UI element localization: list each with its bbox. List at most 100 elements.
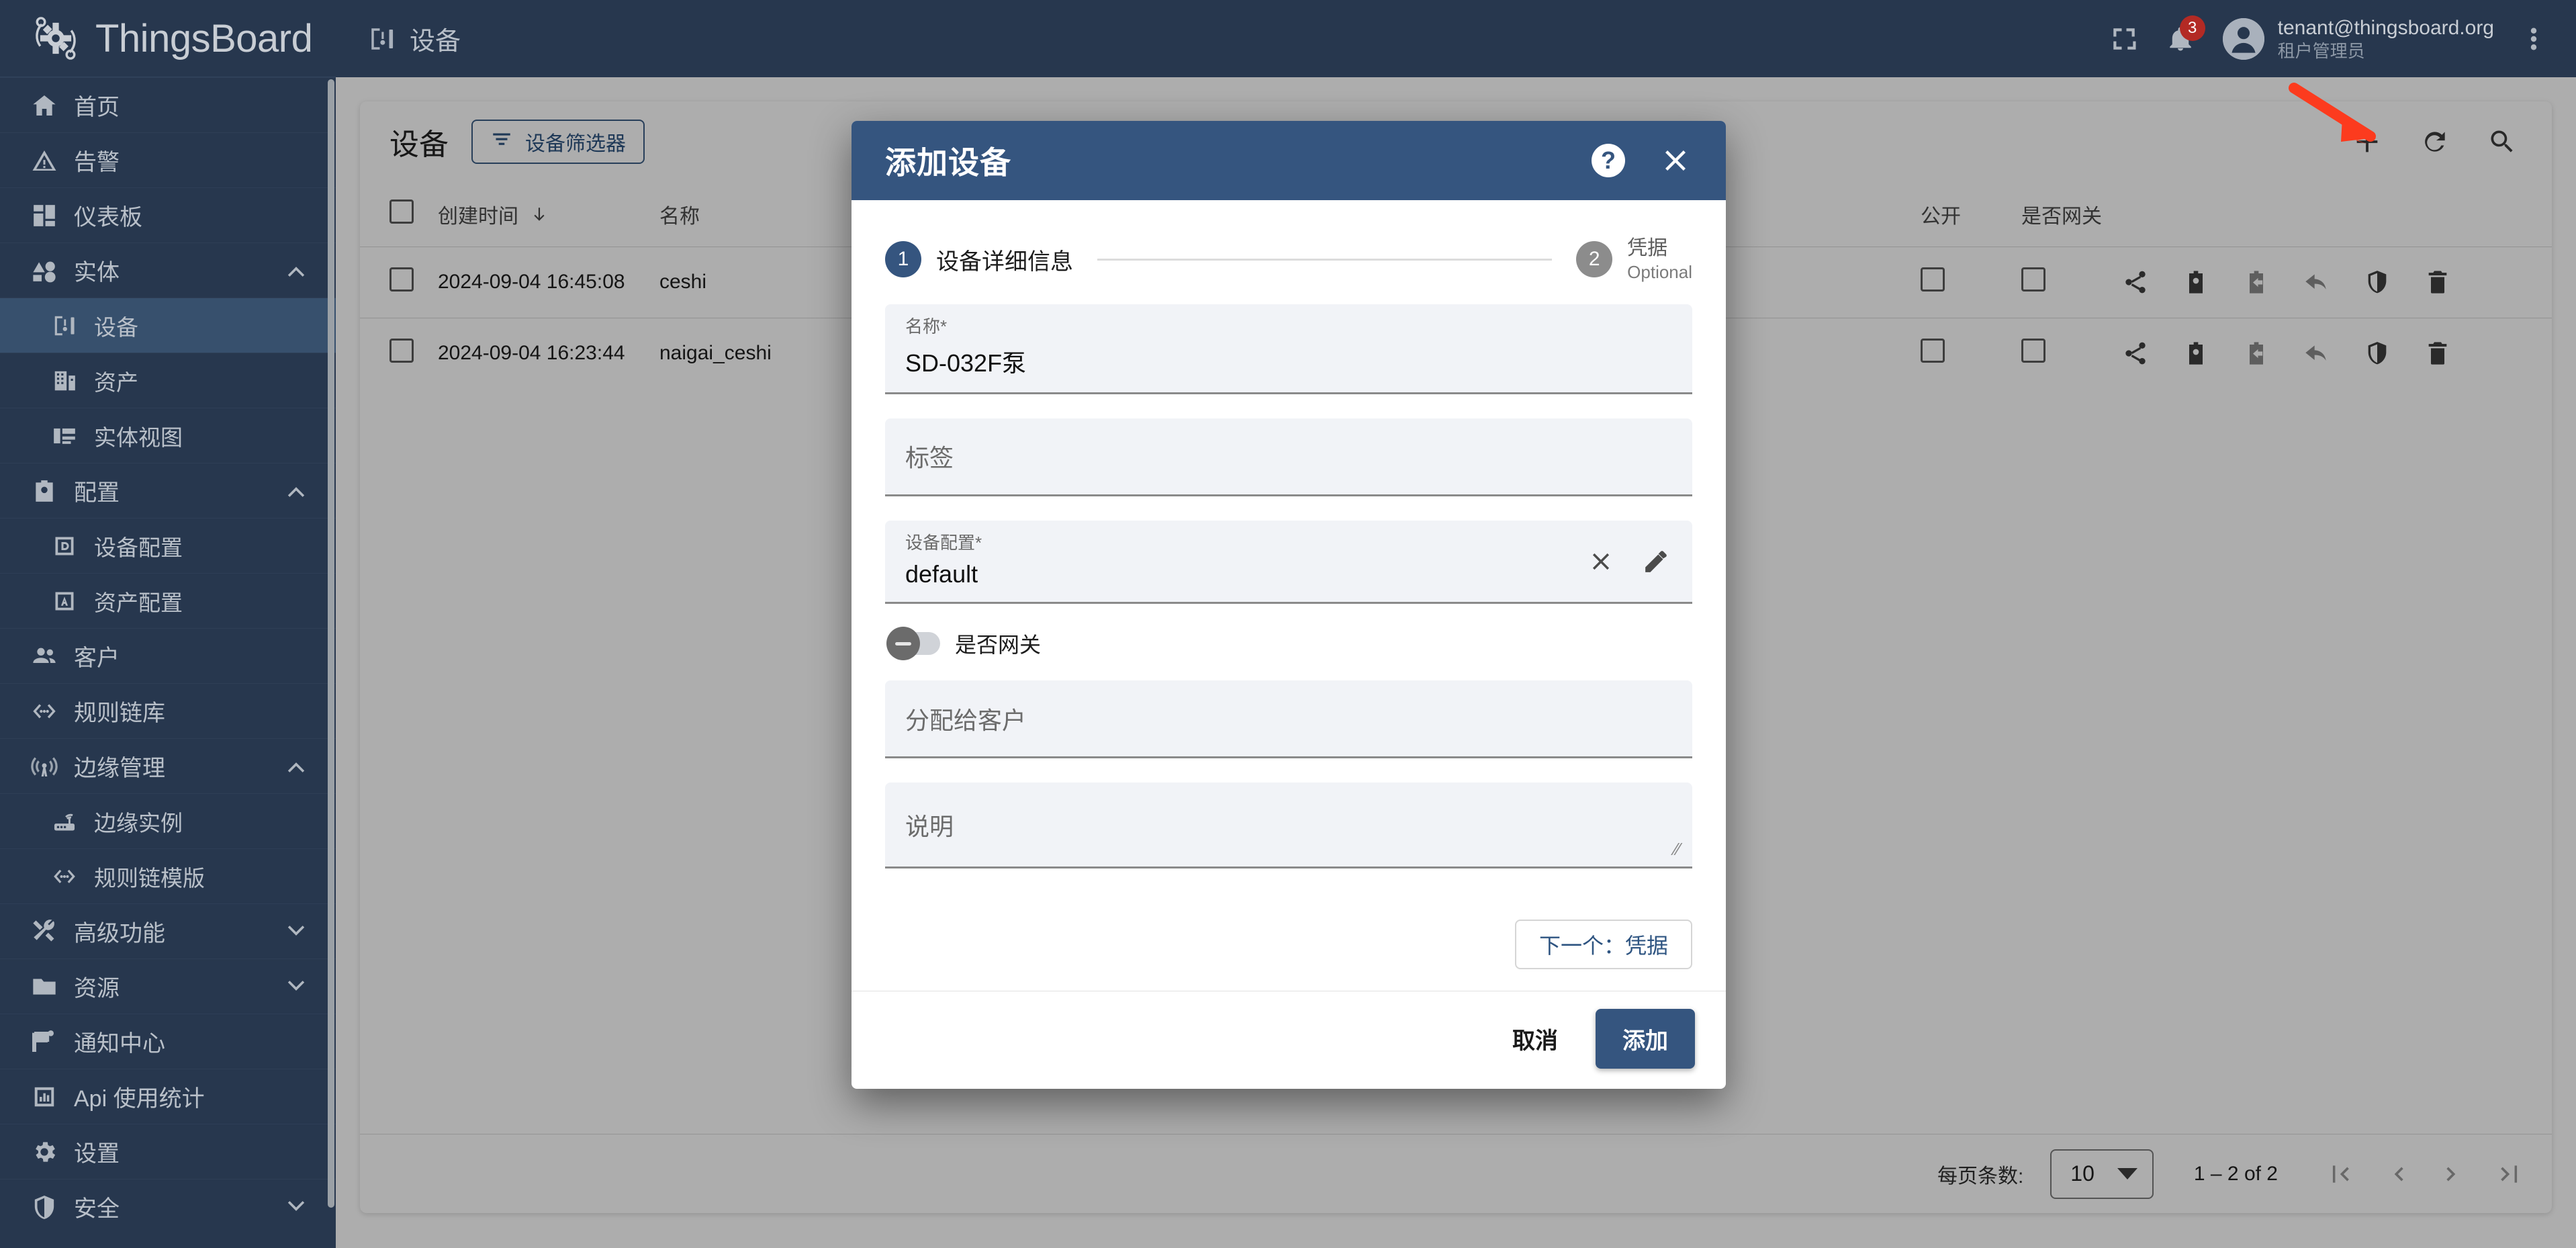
chevron-up-icon[interactable] — [283, 478, 309, 504]
gear-icon — [30, 1139, 59, 1165]
gateway-toggle-label: 是否网关 — [955, 633, 1042, 658]
clear-icon[interactable] — [1588, 548, 1614, 575]
device-label-field[interactable]: 标签 — [885, 418, 1692, 496]
dialog-title: 添加设备 — [885, 145, 1011, 180]
toggle-knob — [886, 627, 920, 661]
cancel-button[interactable]: 取消 — [1495, 1010, 1575, 1067]
device-icon — [50, 313, 79, 339]
chevron-down-icon[interactable] — [283, 919, 309, 944]
router-icon — [50, 809, 79, 834]
sidebar-item-label: 规则链库 — [74, 701, 165, 726]
sidebar-item-label: 设置 — [74, 1141, 120, 1167]
step-number: 1 — [885, 241, 921, 278]
page-title: 设备 — [410, 28, 461, 56]
brand-name: ThingsBoard — [95, 16, 313, 60]
avatar — [2222, 17, 2264, 60]
dialog-header: 添加设备 ? — [852, 121, 1726, 200]
sidebar-item-label: 资产 — [94, 369, 138, 395]
chevron-up-icon[interactable] — [283, 754, 309, 779]
home-icon — [30, 92, 59, 119]
sidebar-item-devices[interactable]: 设备 — [0, 298, 336, 353]
device-profile-icon — [50, 534, 79, 558]
sidebar-item-notification-center[interactable]: 通知中心 — [0, 1014, 336, 1069]
sidebar-item-label: 告警 — [74, 150, 120, 175]
flag-icon — [30, 1028, 59, 1055]
more-vertical-icon[interactable] — [2522, 25, 2545, 53]
sidebar-item-resources[interactable]: 资源 — [0, 959, 336, 1014]
sidebar-item-alarms[interactable]: 告警 — [0, 132, 336, 187]
sidebar-item-label: 规则链模版 — [94, 865, 205, 891]
device-profile-label: 设备配置* — [905, 532, 982, 553]
sidebar-item-label: 客户 — [74, 645, 120, 671]
step-device-details[interactable]: 1 设备详细信息 — [885, 241, 1073, 278]
sidebar-item-label: 首页 — [74, 95, 120, 120]
resize-handle-icon[interactable]: ⁄⁄ — [1674, 839, 1680, 860]
sidebar-item-label: 通知中心 — [74, 1031, 165, 1057]
close-icon[interactable] — [1660, 145, 1691, 176]
sidebar-scrollbar[interactable] — [328, 79, 334, 1208]
dialog-body: 1 设备详细信息 2 凭据 Optional 名称* SD-032F泵 标签 设… — [852, 200, 1726, 893]
sidebar-item-label: 边缘管理 — [74, 756, 165, 781]
help-icon[interactable]: ? — [1592, 144, 1625, 177]
asset-profile-icon — [50, 589, 79, 613]
user-role: 租户管理员 — [2277, 41, 2365, 61]
submit-add-button[interactable]: 添加 — [1596, 1009, 1695, 1069]
sidebar-item-rule-chain-templates[interactable]: 规则链模版 — [0, 848, 336, 903]
sidebar-item-customers[interactable]: 客户 — [0, 628, 336, 683]
sidebar-item-label: 设备配置 — [94, 535, 183, 560]
sidebar-item-label: 设备 — [94, 314, 138, 340]
sidebar-item-assets[interactable]: 资产 — [0, 353, 336, 408]
sidebar-item-settings[interactable]: 设置 — [0, 1124, 336, 1179]
device-profile-actions — [1588, 548, 1669, 575]
sidebar-item-edge-management[interactable]: 边缘管理 — [0, 738, 336, 793]
sidebar-item-label: 边缘实例 — [94, 810, 183, 836]
sidebar-item-label: 安全 — [74, 1196, 120, 1222]
step-number: 2 — [1576, 241, 1613, 278]
sidebar-item-label: 实体视图 — [94, 425, 183, 450]
step-label: 设备详细信息 — [936, 249, 1073, 275]
sidebar-item-api-usage[interactable]: Api 使用统计 — [0, 1069, 336, 1124]
sidebar-item-edge-instances[interactable]: 边缘实例 — [0, 793, 336, 848]
device-name-field[interactable]: 名称* SD-032F泵 — [885, 304, 1692, 394]
assign-customer-field[interactable]: 分配给客户 — [885, 680, 1692, 759]
fullscreen-icon[interactable] — [2110, 25, 2138, 53]
step-connector — [1097, 258, 1553, 261]
gateway-toggle-row[interactable]: 是否网关 — [886, 627, 1692, 661]
rule-chain-icon — [50, 864, 79, 889]
shield-icon — [30, 1194, 59, 1220]
step-credentials[interactable]: 2 凭据 Optional — [1576, 235, 1692, 284]
tools-icon — [30, 918, 59, 945]
edit-pencil-icon[interactable] — [1643, 548, 1669, 575]
sidebar-item-advanced-features[interactable]: 高级功能 — [0, 903, 336, 959]
device-label-placeholder: 标签 — [905, 444, 954, 472]
dialog-header-actions: ? — [1592, 144, 1691, 177]
next-credentials-button[interactable]: 下一个：凭据 — [1514, 920, 1692, 970]
sidebar-item-rule-chains[interactable]: 规则链库 — [0, 683, 336, 738]
sidebar-item-entities[interactable]: 实体 — [0, 242, 336, 298]
sidebar-item-home[interactable]: 首页 — [0, 77, 336, 132]
chevron-up-icon[interactable] — [283, 258, 309, 283]
sidebar-item-profiles[interactable]: 配置 — [0, 463, 336, 518]
dialog-stepper: 1 设备详细信息 2 凭据 Optional — [885, 228, 1692, 304]
device-profile-field[interactable]: 设备配置* default — [885, 520, 1692, 605]
user-menu[interactable]: tenant@thingsboard.org 租户管理员 — [2222, 15, 2494, 62]
bell-icon[interactable]: 3 — [2166, 15, 2205, 53]
rule-chain-icon — [30, 698, 59, 725]
gateway-toggle[interactable] — [886, 627, 940, 661]
chevron-down-icon[interactable] — [283, 974, 309, 999]
sidebar-item-security[interactable]: 安全 — [0, 1179, 336, 1234]
sidebar: ThingsBoard 首页 告警 仪表板 实体 设备 资产 实体视图 配置 设… — [0, 0, 336, 1248]
brand-logo[interactable]: ThingsBoard — [0, 0, 336, 77]
sidebar-item-dashboards[interactable]: 仪表板 — [0, 187, 336, 242]
sidebar-item-entity-views[interactable]: 实体视图 — [0, 408, 336, 463]
alarm-triangle-icon — [30, 147, 59, 174]
sidebar-item-label: 配置 — [74, 480, 120, 506]
chevron-down-icon[interactable] — [283, 1194, 309, 1220]
profile-card-icon — [30, 478, 59, 504]
dialog-next-area: 下一个：凭据 — [852, 893, 1726, 991]
add-device-dialog: 添加设备 ? 1 设备详细信息 2 凭据 Optional 名称* SD-032… — [852, 121, 1726, 1089]
sidebar-item-asset-profiles[interactable]: 资产配置 — [0, 573, 336, 628]
description-field[interactable]: 说明 ⁄⁄ — [885, 783, 1692, 869]
entity-view-icon — [50, 423, 79, 449]
sidebar-item-device-profiles[interactable]: 设备配置 — [0, 518, 336, 573]
